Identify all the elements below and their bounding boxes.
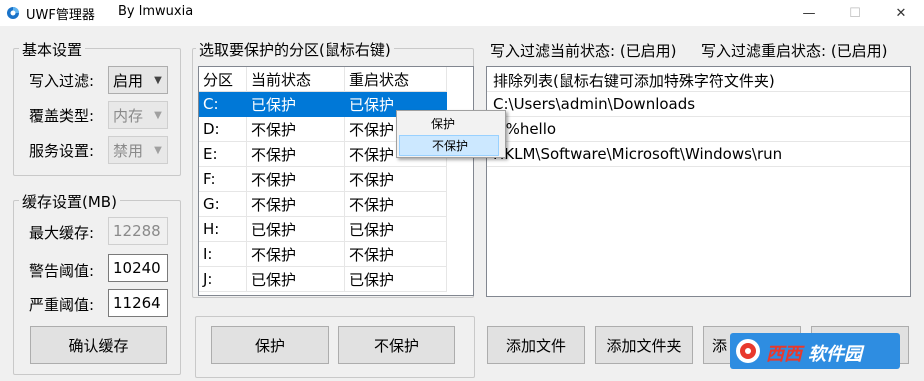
write-filter-select[interactable]: 启用 ▼ [108, 66, 168, 94]
restart-status-cell: 不保护 [345, 242, 447, 267]
watermark-text-2: 软件园 [808, 344, 862, 365]
partition-cell: E: [199, 142, 247, 167]
current-status-cell: 已保护 [247, 217, 345, 242]
current-status-cell: 不保护 [247, 242, 345, 267]
context-menu: 保护 不保护 [396, 110, 506, 158]
partition-cell: H: [199, 217, 247, 242]
write-filter-label: 写入过滤: [29, 72, 95, 90]
partition-cell: F: [199, 167, 247, 192]
table-row[interactable]: I: 不保护 不保护 [199, 242, 447, 267]
column-header-current[interactable]: 当前状态 [247, 67, 345, 92]
exclusion-list-header: 排除列表(鼠标右键可添加特殊字符文件夹) [493, 72, 775, 90]
max-cache-input[interactable]: 12288 [108, 217, 168, 245]
critical-threshold-label: 严重阈值: [29, 296, 95, 314]
partition-cell: I: [199, 242, 247, 267]
list-item[interactable]: HKLM\Software\Microsoft\Windows\run [487, 142, 910, 167]
overlay-type-label: 覆盖类型: [29, 107, 95, 125]
watermark-icon [736, 339, 760, 363]
confirm-cache-button[interactable]: 确认缓存 [30, 326, 167, 364]
close-button[interactable]: ✕ [878, 0, 924, 26]
title-bar: UWF管理器 By lmwuxia — ☐ ✕ [0, 0, 924, 26]
restart-status-cell: 不保护 [345, 167, 447, 192]
watermark-text-1: 西西 [766, 344, 802, 365]
current-status-cell: 不保护 [247, 142, 345, 167]
basic-settings-title: 基本设置 [19, 39, 86, 60]
overlay-type-value: 内存 [113, 106, 144, 125]
maximize-icon: ☐ [849, 5, 861, 21]
protect-button[interactable]: 保护 [211, 326, 329, 364]
partition-list[interactable]: 分区 当前状态 重启状态 C: 已保护 已保护 D: 不保护 不保护 E: 不保… [198, 66, 474, 296]
service-select[interactable]: 禁用 ▼ [108, 136, 168, 164]
exclusion-list[interactable]: 排除列表(鼠标右键可添加特殊字符文件夹) C:\Users\admin\Down… [486, 66, 911, 297]
column-header-restart[interactable]: 重启状态 [345, 67, 447, 92]
table-row[interactable]: F: 不保护 不保护 [199, 167, 447, 192]
exclusion-item: HKLM\Software\Microsoft\Windows\run [493, 145, 783, 163]
app-icon [7, 7, 19, 19]
chevron-down-icon: ▼ [154, 74, 162, 86]
table-row[interactable]: G: 不保护 不保护 [199, 192, 447, 217]
cache-settings-title: 缓存设置(MB) [19, 191, 120, 212]
restart-status-cell: 不保护 [345, 192, 447, 217]
maximize-button[interactable]: ☐ [832, 0, 878, 26]
list-item[interactable]: C:\Users\admin\Downloads [487, 92, 910, 117]
service-value: 禁用 [113, 141, 144, 160]
chevron-down-icon: ▼ [154, 144, 162, 156]
partition-cell: C: [199, 92, 247, 117]
current-filter-status: 写入过滤当前状态: (已启用) [490, 42, 677, 60]
watermark-logo: 西西 软件园 [730, 333, 900, 369]
column-header-partition[interactable]: 分区 [199, 67, 247, 92]
window-title: UWF管理器 [26, 8, 95, 23]
table-row[interactable]: H: 已保护 已保护 [199, 217, 447, 242]
context-menu-protect[interactable]: 保护 [399, 113, 499, 134]
unprotect-button[interactable]: 不保护 [338, 326, 455, 364]
partition-list-header: 分区 当前状态 重启状态 [199, 67, 473, 92]
overlay-type-select[interactable]: 内存 ▼ [108, 101, 168, 129]
current-status-cell: 不保护 [247, 117, 345, 142]
add-folder-button[interactable]: 添加文件夹 [595, 326, 693, 364]
chevron-down-icon: ▼ [154, 109, 162, 121]
partition-cell: D: [199, 117, 247, 142]
critical-threshold-input[interactable]: 11264 [108, 289, 168, 317]
warn-threshold-label: 警告阈值: [29, 262, 95, 280]
current-status-cell: 不保护 [247, 167, 345, 192]
partition-cell: G: [199, 192, 247, 217]
current-status-cell: 不保护 [247, 192, 345, 217]
minimize-icon: — [802, 5, 816, 21]
list-item[interactable]: #%hello [487, 117, 910, 142]
close-icon: ✕ [895, 5, 907, 21]
restart-status-cell: 已保护 [345, 217, 447, 242]
warn-threshold-input[interactable]: 10240 [108, 254, 168, 282]
current-status-cell: 已保护 [247, 267, 345, 292]
restart-status-cell: 已保护 [345, 267, 447, 292]
exclusion-item: C:\Users\admin\Downloads [493, 95, 696, 113]
add-file-button[interactable]: 添加文件 [487, 326, 585, 364]
table-row[interactable]: J: 已保护 已保护 [199, 267, 447, 292]
minimize-button[interactable]: — [786, 0, 832, 26]
context-menu-unprotect[interactable]: 不保护 [399, 135, 499, 156]
write-filter-value: 启用 [113, 71, 144, 90]
window-author: By lmwuxia [118, 4, 194, 19]
partition-cell: J: [199, 267, 247, 292]
partition-group-title: 选取要保护的分区(鼠标右键) [196, 39, 394, 60]
max-cache-label: 最大缓存: [29, 224, 95, 242]
add-registry-label: 添 [712, 336, 728, 355]
current-status-cell: 已保护 [247, 92, 345, 117]
restart-filter-status: 写入过滤重启状态: (已启用) [701, 42, 888, 60]
service-label: 服务设置: [29, 142, 95, 160]
